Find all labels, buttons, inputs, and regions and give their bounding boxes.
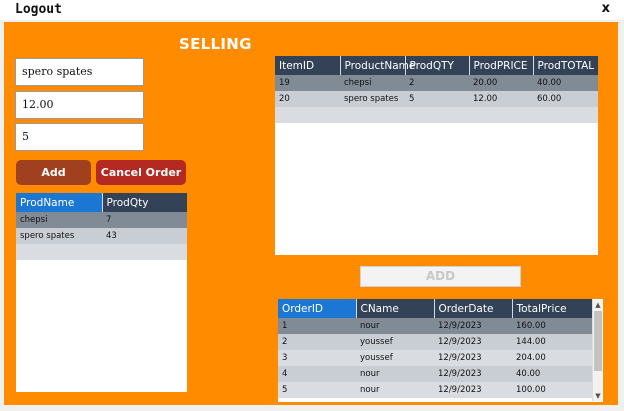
new-row[interactable] (275, 107, 598, 123)
cell-prodqty: 5 (405, 91, 469, 107)
column-header-productname[interactable]: ProductName (340, 56, 415, 75)
cell-prodname: spero spates (16, 228, 102, 244)
column-header-prodprice[interactable]: ProdPRICE (469, 56, 534, 75)
column-header-totalprice[interactable]: TotalPrice (512, 299, 593, 318)
column-header-prodqty[interactable]: ProdQTY (405, 56, 470, 75)
new-row[interactable] (16, 244, 187, 260)
cell-prodtotal: 60.00 (533, 91, 598, 107)
table-row[interactable]: 3 youssef 12/9/2023 204.00 (278, 350, 592, 366)
table-row[interactable]: spero spates 43 (16, 228, 187, 244)
cancel-order-button[interactable]: Cancel Order (96, 160, 186, 185)
scroll-up-icon[interactable]: ▲ (593, 300, 603, 310)
table-row[interactable]: 2 youssef 12/9/2023 144.00 (278, 334, 592, 350)
logout-link[interactable]: Logout (15, 2, 62, 17)
column-header-prodtotal[interactable]: ProdTOTAL (533, 56, 598, 75)
column-header-cname[interactable]: CName (356, 299, 435, 318)
cell-orderdate: 12/9/2023 (434, 350, 512, 366)
cell-orderid: 4 (278, 366, 356, 382)
cell-totalprice: 100.00 (512, 382, 592, 398)
cell-prodqty: 2 (405, 75, 469, 91)
cell-prodqty: 43 (102, 228, 187, 244)
page-title: SELLING (179, 35, 252, 53)
cell-prodprice: 12.00 (469, 91, 533, 107)
cell-cname: youssef (356, 334, 434, 350)
cell-productname: chepsi (340, 75, 405, 91)
products-grid[interactable]: ProdName ProdQty chepsi 7 spero spates 4… (16, 193, 187, 392)
table-row[interactable]: 1 nour 12/9/2023 160.00 (278, 318, 592, 334)
cell-totalprice: 160.00 (512, 318, 592, 334)
column-header-orderid[interactable]: OrderID (278, 299, 357, 318)
cell-orderid: 3 (278, 350, 356, 366)
scroll-down-icon[interactable]: ▼ (593, 391, 603, 401)
table-row[interactable]: 19 chepsi 2 20.00 40.00 (275, 75, 598, 91)
cell-cname: nour (356, 366, 434, 382)
cell-prodname: chepsi (16, 212, 102, 228)
cell-totalprice: 204.00 (512, 350, 592, 366)
column-header-orderdate[interactable]: OrderDate (434, 299, 513, 318)
cell-cname: nour (356, 318, 434, 334)
cell-orderid: 1 (278, 318, 356, 334)
cell-orderdate: 12/9/2023 (434, 334, 512, 350)
add-order-button[interactable]: ADD (360, 266, 521, 287)
column-header-itemid[interactable]: ItemID (275, 56, 341, 75)
cell-orderid: 2 (278, 334, 356, 350)
table-row[interactable]: 4 nour 12/9/2023 40.00 (278, 366, 592, 382)
orders-scrollbar[interactable]: ▲ ▼ (592, 300, 602, 401)
price-field[interactable]: 12.00 (15, 91, 144, 119)
title-bar: Logout x (0, 0, 624, 20)
cell-totalprice: 40.00 (512, 366, 592, 382)
table-row[interactable]: 20 spero spates 5 12.00 60.00 (275, 91, 598, 107)
column-header-prodname[interactable]: ProdName (16, 193, 103, 212)
table-row[interactable]: 5 nour 12/9/2023 100.00 (278, 382, 592, 398)
table-row[interactable]: chepsi 7 (16, 212, 187, 228)
cell-totalprice: 144.00 (512, 334, 592, 350)
cell-orderid: 5 (278, 382, 356, 398)
cell-prodqty: 7 (102, 212, 187, 228)
cell-prodtotal: 40.00 (533, 75, 598, 91)
product-name-field[interactable]: spero spates (15, 58, 144, 86)
cell-cname: nour (356, 382, 434, 398)
cell-productname: spero spates (340, 91, 405, 107)
cell-itemid: 19 (275, 75, 340, 91)
cell-orderdate: 12/9/2023 (434, 318, 512, 334)
cell-itemid: 20 (275, 91, 340, 107)
orders-grid[interactable]: OrderID CName OrderDate TotalPrice 1 nou… (278, 299, 603, 402)
cell-orderdate: 12/9/2023 (434, 382, 512, 398)
column-header-prodqty[interactable]: ProdQty (102, 193, 187, 212)
cell-orderdate: 12/9/2023 (434, 366, 512, 382)
cell-cname: youssef (356, 350, 434, 366)
quantity-field[interactable]: 5 (15, 123, 144, 151)
cart-grid[interactable]: ItemID ProductName ProdQTY ProdPRICE Pro… (275, 56, 598, 255)
scroll-thumb[interactable] (594, 311, 602, 371)
add-button[interactable]: Add (16, 160, 91, 185)
cell-prodprice: 20.00 (469, 75, 533, 91)
close-button[interactable]: x (602, 1, 610, 16)
